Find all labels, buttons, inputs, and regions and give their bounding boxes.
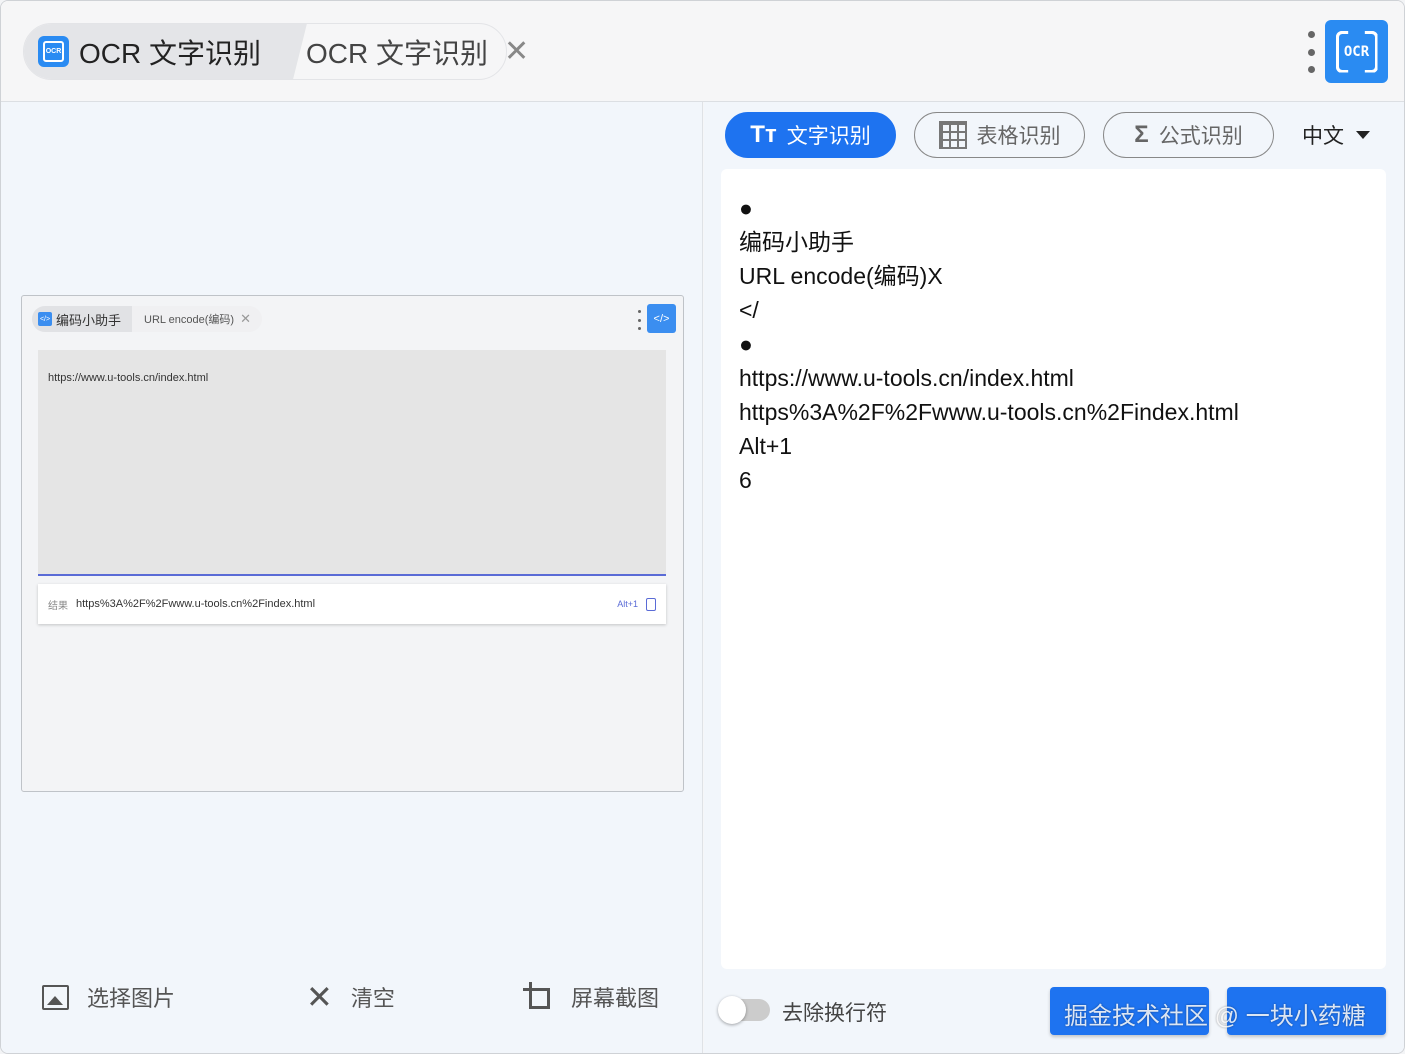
app-logo[interactable]: OCR: [1325, 20, 1388, 83]
output-line: https%3A%2F%2Fwww.u-tools.cn%2Findex.htm…: [739, 399, 1239, 425]
remove-linebreak-label: 去除换行符: [782, 1002, 887, 1025]
preview-tab-label: URL encode(编码): [144, 314, 235, 326]
clear-button[interactable]: ✕ 清空: [306, 972, 395, 1022]
output-line: Alt+1: [739, 433, 793, 459]
text-recognition-button[interactable]: Tт 文字识别: [725, 112, 896, 158]
preview-input-text: https://www.u-tools.cn/index.html: [48, 372, 209, 384]
output-line: 编码小助手: [739, 229, 854, 255]
tab-ocr-active[interactable]: OCR OCR 文字识别: [24, 24, 286, 79]
preview-input-area: https://www.u-tools.cn/index.html: [38, 350, 666, 576]
more-menu-icon[interactable]: [1301, 31, 1321, 73]
preview-result-label: 结果: [48, 600, 68, 612]
close-tab-icon[interactable]: ✕: [504, 36, 529, 67]
crop-icon: [523, 982, 553, 1012]
language-select[interactable]: 中文: [1302, 120, 1370, 150]
tab-ocr-second[interactable]: OCR 文字识别 ✕: [296, 24, 529, 79]
preview-tab-label: 编码小助手: [56, 312, 122, 328]
screenshot-preview: </> 编码小助手 URL encode(编码) ✕ </> https://w…: [21, 295, 684, 792]
language-value: 中文: [1302, 125, 1344, 148]
logo-text: OCR: [1343, 43, 1370, 60]
watermark: 掘金技术社区 @ 一块小药糖: [1064, 1003, 1366, 1030]
output-line: https://www.u-tools.cn/index.html: [739, 365, 1074, 391]
clear-label: 清空: [350, 986, 395, 1011]
result-pane: Tт 文字识别 表格识别 Σ 公式识别 中文 ● 编码小助手 URL encod…: [704, 102, 1404, 1053]
image-pane[interactable]: </> 编码小助手 URL encode(编码) ✕ </> https://w…: [1, 102, 703, 1053]
ocr-icon: OCR: [38, 36, 69, 67]
ocr-logo-icon: OCR: [1336, 34, 1378, 70]
preview-result-value: https%3A%2F%2Fwww.u-tools.cn%2Findex.htm…: [76, 598, 316, 610]
screenshot-button[interactable]: 屏幕截图: [523, 972, 659, 1022]
more-menu-icon: [636, 310, 642, 330]
text-recognition-label: 文字识别: [786, 125, 871, 148]
tab-bar: OCR OCR 文字识别 OCR 文字识别 ✕: [23, 23, 529, 80]
table-recognition-button[interactable]: 表格识别: [914, 112, 1085, 158]
output-line: </: [739, 297, 759, 323]
output-line: 6: [739, 467, 752, 493]
image-icon: [42, 984, 69, 1010]
image-actions: 选择图片 ✕ 清空 屏幕截图: [1, 972, 703, 1022]
text-format-icon: Tт: [750, 121, 777, 148]
app-window: OCR OCR 文字识别 OCR 文字识别 ✕ OCR </> 编码小助手 UR…: [0, 0, 1405, 1054]
remove-linebreak-toggle[interactable]: [718, 996, 770, 1024]
select-image-button[interactable]: 选择图片: [42, 972, 175, 1022]
preview-tab-second: URL encode(编码) ✕: [140, 306, 251, 332]
preview-shortcut: Alt+1: [617, 599, 638, 609]
table-recognition-label: 表格识别: [976, 125, 1061, 148]
formula-recognition-label: 公式识别: [1158, 125, 1243, 148]
formula-recognition-button[interactable]: Σ 公式识别: [1103, 112, 1274, 158]
close-icon: ✕: [306, 979, 333, 1015]
tab-label: OCR 文字识别: [79, 37, 262, 69]
close-icon: ✕: [240, 311, 251, 326]
screenshot-label: 屏幕截图: [571, 986, 660, 1011]
select-image-label: 选择图片: [87, 986, 176, 1011]
copy-icon: [646, 597, 656, 611]
preview-tab-bar: </> 编码小助手 URL encode(编码) ✕: [32, 306, 262, 332]
chevron-down-icon: [1356, 131, 1370, 139]
code-icon: </>: [647, 304, 676, 333]
tab-label: OCR 文字识别: [306, 37, 489, 69]
code-icon: </>: [38, 312, 52, 326]
table-icon: [938, 121, 967, 149]
ocr-output[interactable]: ● 编码小助手 URL encode(编码)X </ ● https://www…: [721, 169, 1386, 969]
output-line: ●: [739, 195, 753, 221]
sigma-icon: Σ: [1134, 121, 1149, 148]
output-line: ●: [739, 331, 753, 357]
preview-tab-active: </> 编码小助手: [32, 306, 132, 332]
preview-result-bar: 结果 https%3A%2F%2Fwww.u-tools.cn%2Findex.…: [38, 584, 666, 624]
output-line: URL encode(编码)X: [739, 263, 943, 289]
title-bar: OCR OCR 文字识别 OCR 文字识别 ✕ OCR: [1, 1, 1404, 102]
